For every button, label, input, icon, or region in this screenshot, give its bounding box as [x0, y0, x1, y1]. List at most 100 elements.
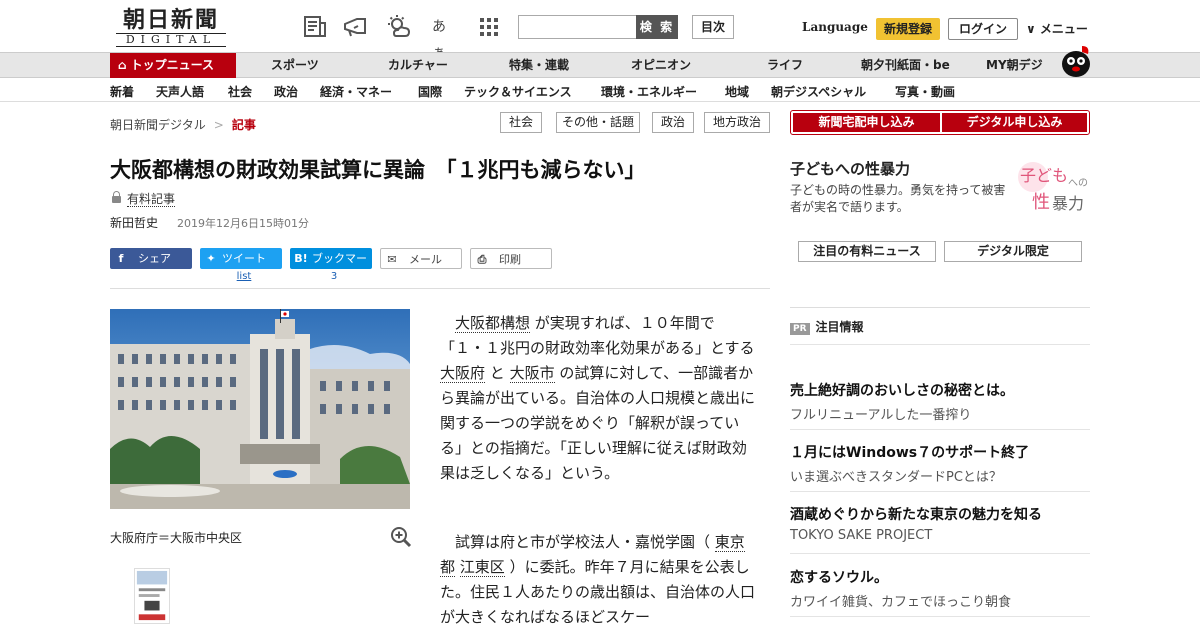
- weather-icon[interactable]: [386, 14, 412, 40]
- subnav-item[interactable]: 経済・マネー: [320, 83, 392, 100]
- pr-item[interactable]: 酒蔵めぐりから新たな東京の魅力を知る TOKYO SAKE PROJECT: [790, 504, 1090, 543]
- subnav-item[interactable]: 社会: [228, 83, 252, 100]
- search-input[interactable]: [518, 15, 638, 39]
- term-link[interactable]: 大阪府: [440, 364, 486, 383]
- article-title: 大阪都構想の財政効果試算に異論 「１兆円も減らない」: [110, 157, 646, 182]
- main-nav: ⌂ トップニュース スポーツ カルチャー 特集・連載 オピニオン ライフ 朝夕刊紙…: [0, 52, 1200, 78]
- subnav-item[interactable]: テック＆サイエンス: [464, 83, 572, 100]
- pr-item-title: 酒蔵めぐりから新たな東京の魅力を知る: [790, 507, 1042, 523]
- paid-article-badge: 有料記事: [112, 190, 176, 207]
- paid-label[interactable]: 有料記事: [127, 192, 176, 207]
- divider: [790, 344, 1090, 345]
- breadcrumb-current: 記事: [231, 118, 256, 132]
- menu-button[interactable]: ∨ メニュー: [1026, 20, 1088, 37]
- logo-sub-text: DIGITAL: [116, 33, 226, 47]
- divider: [790, 491, 1090, 492]
- site-header: 朝日新聞 DIGITAL あぁ 検 索 目次 Language 新規登録 ログイ…: [0, 0, 1200, 61]
- nav-item-label: トップニュース: [130, 58, 214, 72]
- pr-heading: PR 注目情報: [790, 307, 1090, 335]
- login-button[interactable]: ログイン: [948, 18, 1018, 40]
- term-link[interactable]: 大阪都構想: [455, 314, 531, 333]
- megaphone-icon[interactable]: [342, 14, 368, 40]
- breadcrumb-home[interactable]: 朝日新聞デジタル: [110, 118, 206, 132]
- toc-button[interactable]: 目次: [692, 15, 734, 39]
- term-link[interactable]: 大阪市: [509, 364, 555, 383]
- grid-menu-icon[interactable]: [476, 14, 502, 40]
- share-label: 印刷: [499, 253, 521, 266]
- nav-item-top-news[interactable]: ⌂ トップニュース: [110, 53, 236, 78]
- subnav-item[interactable]: 新着: [110, 83, 134, 100]
- tag-society[interactable]: 社会: [500, 112, 542, 133]
- feature-description[interactable]: 子どもの時の性暴力。勇気を持って被害者が実名で語ります。: [790, 182, 1010, 216]
- subnav-item[interactable]: 天声人語: [156, 83, 204, 100]
- share-hatena-button[interactable]: B! ブックマーク: [290, 248, 372, 286]
- article-photo[interactable]: [110, 309, 410, 509]
- pr-item-subtitle: TOKYO SAKE PROJECT: [790, 528, 933, 543]
- share-twitter-button[interactable]: ✦ ツイート: [200, 248, 282, 269]
- nav-item-features[interactable]: 特集・連載: [509, 53, 569, 78]
- text-run: 試算は府と市が学校法人・嘉悦学園（: [455, 533, 715, 551]
- language-link[interactable]: Language: [802, 20, 868, 34]
- print-button[interactable]: ⎙ 印刷: [470, 248, 552, 269]
- newspaper-icon[interactable]: [302, 14, 328, 40]
- pr-item-subtitle: いま選ぶべきスタンダードPCとは？: [790, 470, 1002, 485]
- share-facebook-button[interactable]: f シェア: [110, 248, 192, 269]
- sub-nav: 新着 天声人語 社会 政治 経済・マネー 国際 テック＆サイエンス 環境・エネル…: [0, 78, 1200, 102]
- subnav-item[interactable]: 写真・動画: [895, 83, 955, 100]
- subnav-item[interactable]: 政治: [274, 83, 298, 100]
- feature-title[interactable]: 子どもへの性暴力: [790, 158, 910, 179]
- tag-local-politics[interactable]: 地方政治: [704, 112, 770, 133]
- pr-item[interactable]: 売上絶好調のおいしさの秘密とは。 フルリニューアルした一番搾り: [790, 380, 1090, 423]
- twitter-count[interactable]: list: [203, 271, 285, 282]
- share-mail-button[interactable]: ✉ メール: [380, 248, 462, 269]
- pr-item-subtitle: カワイイ雑貨、カフェでほっこり朝食: [790, 595, 1012, 610]
- hatena-icon: B!: [294, 252, 308, 265]
- nav-item-sports[interactable]: スポーツ: [271, 53, 319, 78]
- share-label: ツイート: [222, 252, 266, 265]
- term-link[interactable]: 江東区: [459, 558, 505, 577]
- site-logo[interactable]: 朝日新聞 DIGITAL: [112, 7, 230, 47]
- font-size-icon[interactable]: あぁ: [432, 14, 458, 61]
- register-button[interactable]: 新規登録: [876, 18, 940, 40]
- home-icon: ⌂: [118, 58, 127, 72]
- divider: [790, 616, 1090, 617]
- nav-item-culture[interactable]: カルチャー: [388, 53, 448, 78]
- hatena-count[interactable]: 3: [293, 271, 375, 282]
- nav-item-life[interactable]: ライフ: [767, 53, 803, 78]
- mascot-icon: [1062, 46, 1090, 77]
- nav-item-paper[interactable]: 朝夕刊紙面・be: [861, 53, 950, 78]
- pr-item[interactable]: １月にはWindows７のサポート終了 いま選ぶべきスタンダードPCとは？: [790, 442, 1090, 485]
- search-button[interactable]: 検 索: [636, 15, 678, 39]
- subscribe-digital-button[interactable]: デジタル申し込み: [942, 113, 1087, 132]
- nav-item-opinion[interactable]: オピニオン: [631, 53, 691, 78]
- tag-other[interactable]: その他・話題: [556, 112, 640, 133]
- facebook-icon: f: [118, 252, 124, 265]
- subnav-item[interactable]: 地域: [725, 83, 749, 100]
- digital-only-button[interactable]: デジタル限定: [944, 241, 1082, 262]
- nav-item-my-asadigi[interactable]: MY朝デジ: [986, 53, 1043, 78]
- article-author: 新田哲史: [110, 216, 159, 230]
- pr-item[interactable]: 恋するソウル。 カワイイ雑貨、カフェでほっこり朝食: [790, 567, 1090, 610]
- breadcrumb-separator: >: [213, 118, 224, 132]
- subnav-item[interactable]: 環境・エネルギー: [601, 83, 697, 100]
- premium-news-button[interactable]: 注目の有料ニュース: [798, 241, 936, 262]
- breadcrumb: 朝日新聞デジタル > 記事: [110, 116, 256, 133]
- twitter-icon: ✦: [206, 252, 216, 265]
- logo-text: への: [1068, 178, 1088, 189]
- divider: [790, 553, 1090, 554]
- zoom-in-icon[interactable]: [390, 526, 412, 548]
- subnav-item[interactable]: 国際: [418, 83, 442, 100]
- pr-item-subtitle: フルリニューアルした一番搾り: [790, 408, 972, 423]
- logo-text: 性: [1032, 192, 1050, 213]
- pr-item-title: 恋するソウル。: [790, 570, 888, 586]
- feature-logo[interactable]: 子ども への 性 暴力: [1010, 160, 1092, 216]
- article-date: 2019年12月6日15時01分: [177, 217, 309, 230]
- divider: [790, 429, 1090, 430]
- tag-politics[interactable]: 政治: [652, 112, 694, 133]
- subscribe-paper-button[interactable]: 新聞宅配申し込み: [793, 113, 940, 132]
- subscribe-box: 新聞宅配申し込み デジタル申し込み: [790, 110, 1090, 135]
- photo-caption: 大阪府庁＝大阪市中央区: [110, 531, 243, 545]
- subnav-item[interactable]: 朝デジスペシャル: [771, 83, 866, 100]
- related-thumbnail[interactable]: [134, 568, 170, 624]
- pr-item-title: 売上絶好調のおいしさの秘密とは。: [790, 383, 1014, 399]
